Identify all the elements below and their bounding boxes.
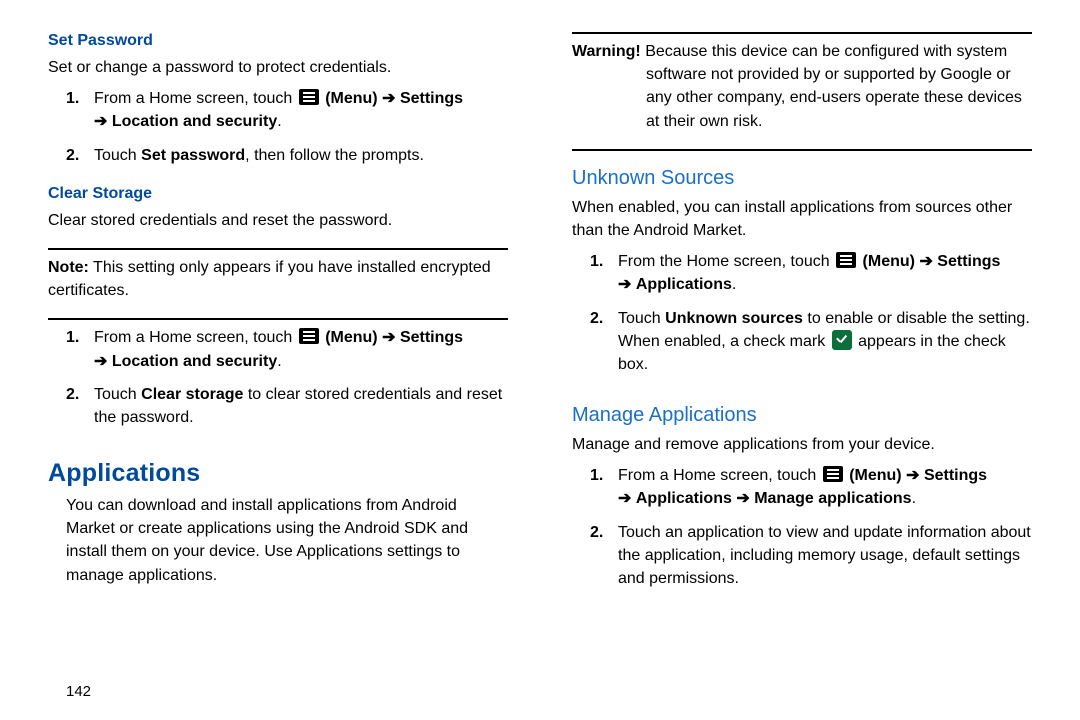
divider: [572, 149, 1032, 151]
clear-storage-heading: Clear Storage: [48, 185, 508, 203]
clear-storage-note: Note: This setting only appears if you h…: [48, 256, 508, 302]
warning-label: Warning!: [572, 43, 641, 60]
unknown-sources-step-2: Touch Unknown sources to enable or disab…: [590, 307, 1032, 377]
set-password-desc: Set or change a password to protect cred…: [48, 56, 508, 79]
manage-apps-heading: Manage Applications: [572, 404, 1032, 427]
manage-apps-step-1: From a Home screen, touch (Menu) ➔ Setti…: [590, 464, 1032, 510]
manage-apps-desc: Manage and remove applications from your…: [572, 433, 1032, 456]
applications-heading: Applications: [48, 459, 508, 488]
set-password-steps: From a Home screen, touch (Menu) ➔ Setti…: [66, 87, 508, 177]
divider: [48, 318, 508, 320]
checkmark-icon: [832, 330, 852, 350]
set-password-step-1: From a Home screen, touch (Menu) ➔ Setti…: [66, 87, 508, 133]
unknown-sources-steps: From the Home screen, touch (Menu) ➔ Set…: [590, 250, 1032, 386]
divider: [572, 32, 1032, 34]
applications-intro: You can download and install application…: [66, 494, 508, 587]
menu-icon: [299, 328, 319, 344]
set-password-heading: Set Password: [48, 32, 508, 50]
clear-storage-step-1: From a Home screen, touch (Menu) ➔ Setti…: [66, 326, 508, 372]
set-password-step-2: Touch Set password, then follow the prom…: [66, 144, 508, 167]
warning-block: Warning! Because this device can be conf…: [572, 40, 1032, 133]
unknown-sources-desc: When enabled, you can install applicatio…: [572, 196, 1032, 242]
menu-icon: [299, 89, 319, 105]
unknown-sources-heading: Unknown Sources: [572, 167, 1032, 190]
manage-apps-step-2: Touch an application to view and update …: [590, 521, 1032, 591]
menu-icon: [836, 252, 856, 268]
right-column: Warning! Because this device can be conf…: [540, 32, 1032, 696]
manage-apps-steps: From a Home screen, touch (Menu) ➔ Setti…: [590, 464, 1032, 600]
left-column: Set Password Set or change a password to…: [48, 32, 540, 696]
clear-storage-step-2: Touch Clear storage to clear stored cred…: [66, 383, 508, 429]
clear-storage-steps: From a Home screen, touch (Menu) ➔ Setti…: [66, 326, 508, 439]
clear-storage-desc: Clear stored credentials and reset the p…: [48, 209, 508, 232]
page-number: 142: [66, 683, 91, 700]
divider: [48, 248, 508, 250]
warning-body: Because this device can be configured wi…: [645, 43, 1022, 130]
menu-icon: [823, 466, 843, 482]
unknown-sources-step-1: From the Home screen, touch (Menu) ➔ Set…: [590, 250, 1032, 296]
